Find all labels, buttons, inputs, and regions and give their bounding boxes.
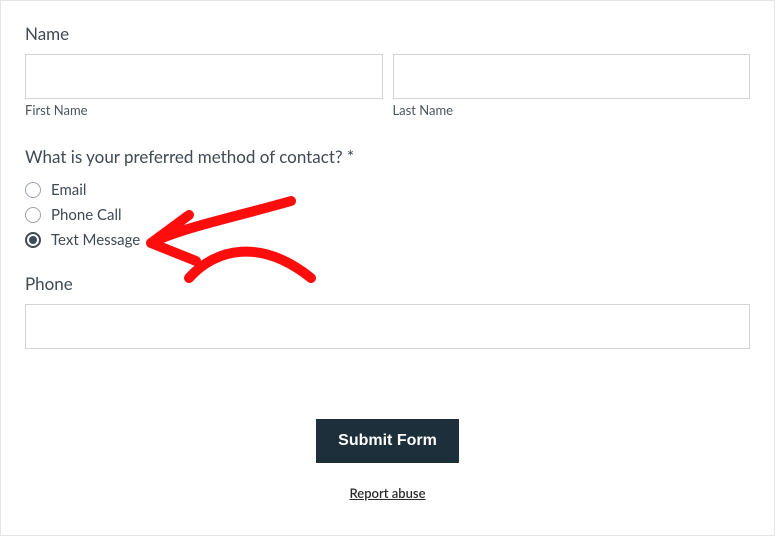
radio-option-phone-call[interactable]: Phone Call <box>25 206 750 224</box>
radio-option-email[interactable]: Email <box>25 181 750 199</box>
radio-icon <box>25 207 41 223</box>
submit-button[interactable]: Submit Form <box>316 419 459 463</box>
first-name-column: First Name <box>25 54 383 118</box>
phone-input[interactable] <box>25 304 750 349</box>
radio-inner-dot-icon <box>29 236 37 244</box>
radio-label: Text Message <box>51 231 140 249</box>
phone-label: Phone <box>25 273 750 294</box>
first-name-sublabel: First Name <box>25 102 383 118</box>
last-name-sublabel: Last Name <box>393 102 751 118</box>
radio-label: Email <box>51 181 86 199</box>
name-row: First Name Last Name <box>25 54 750 118</box>
report-abuse-link[interactable]: Report abuse <box>25 485 750 501</box>
contact-method-radio-group: Email Phone Call Text Message <box>25 181 750 249</box>
radio-label: Phone Call <box>51 206 122 224</box>
contact-method-question: What is your preferred method of contact… <box>25 146 750 167</box>
name-label: Name <box>25 23 750 44</box>
last-name-column: Last Name <box>393 54 751 118</box>
last-name-input[interactable] <box>393 54 751 99</box>
radio-icon <box>25 182 41 198</box>
submit-wrap: Submit Form <box>25 419 750 463</box>
form-card: Name First Name Last Name What is your p… <box>0 0 775 536</box>
first-name-input[interactable] <box>25 54 383 99</box>
radio-icon-selected <box>25 232 41 248</box>
radio-option-text-message[interactable]: Text Message <box>25 231 750 249</box>
phone-section: Phone <box>25 273 750 349</box>
